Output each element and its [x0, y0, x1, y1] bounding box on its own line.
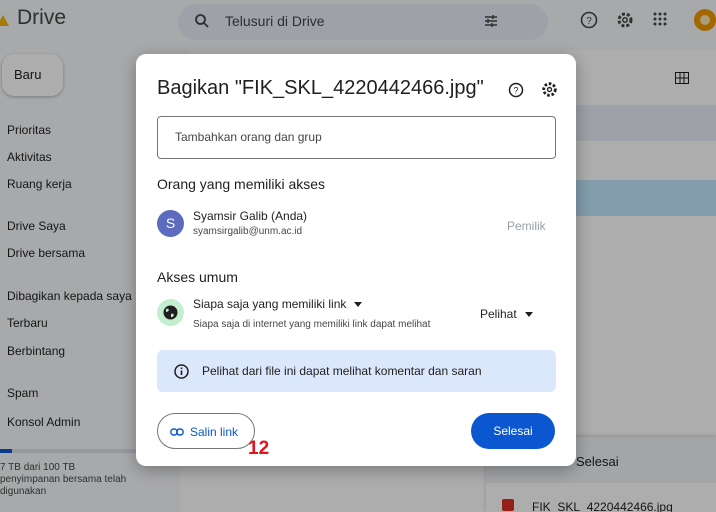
- chevron-down-icon: [524, 312, 533, 318]
- copy-link-label: Salin link: [190, 425, 239, 439]
- add-people-input[interactable]: Tambahkan orang dan grup: [157, 116, 556, 159]
- done-button[interactable]: Selesai: [471, 413, 555, 449]
- help-icon[interactable]: ?: [508, 82, 524, 98]
- role-dropdown[interactable]: Pelihat: [480, 307, 533, 321]
- people-with-access-heading: Orang yang memiliki akses: [157, 176, 326, 192]
- globe-icon: [157, 299, 184, 326]
- svg-text:?: ?: [513, 86, 518, 96]
- copy-link-button[interactable]: Salin link: [157, 413, 255, 449]
- general-access-label: Siapa saja yang memiliki link: [193, 297, 347, 311]
- avatar: S: [157, 210, 184, 237]
- annotation-marker: 12: [248, 438, 270, 459]
- person-email: syamsirgalib@unm.ac.id: [193, 226, 303, 237]
- settings-icon[interactable]: [541, 81, 558, 98]
- person-name: Syamsir Galib (Anda): [193, 209, 308, 223]
- info-text: Pelihat dari file ini dapat melihat kome…: [202, 364, 482, 378]
- dialog-title: Bagikan "FIK_SKL_4220442466.jpg": [157, 77, 484, 99]
- link-icon: [170, 428, 184, 436]
- general-access-dropdown[interactable]: Siapa saja yang memiliki link: [193, 297, 363, 311]
- owner-role-label: Pemilik: [507, 219, 546, 233]
- general-access-heading: Akses umum: [157, 269, 238, 285]
- info-banner: Pelihat dari file ini dapat melihat kome…: [157, 350, 556, 392]
- share-dialog: Bagikan "FIK_SKL_4220442466.jpg" ? Tamba…: [136, 54, 576, 466]
- role-label: Pelihat: [480, 307, 517, 321]
- chevron-down-icon: [354, 302, 363, 308]
- general-access-description: Siapa saja di internet yang memiliki lin…: [193, 319, 431, 330]
- info-icon: [174, 364, 189, 379]
